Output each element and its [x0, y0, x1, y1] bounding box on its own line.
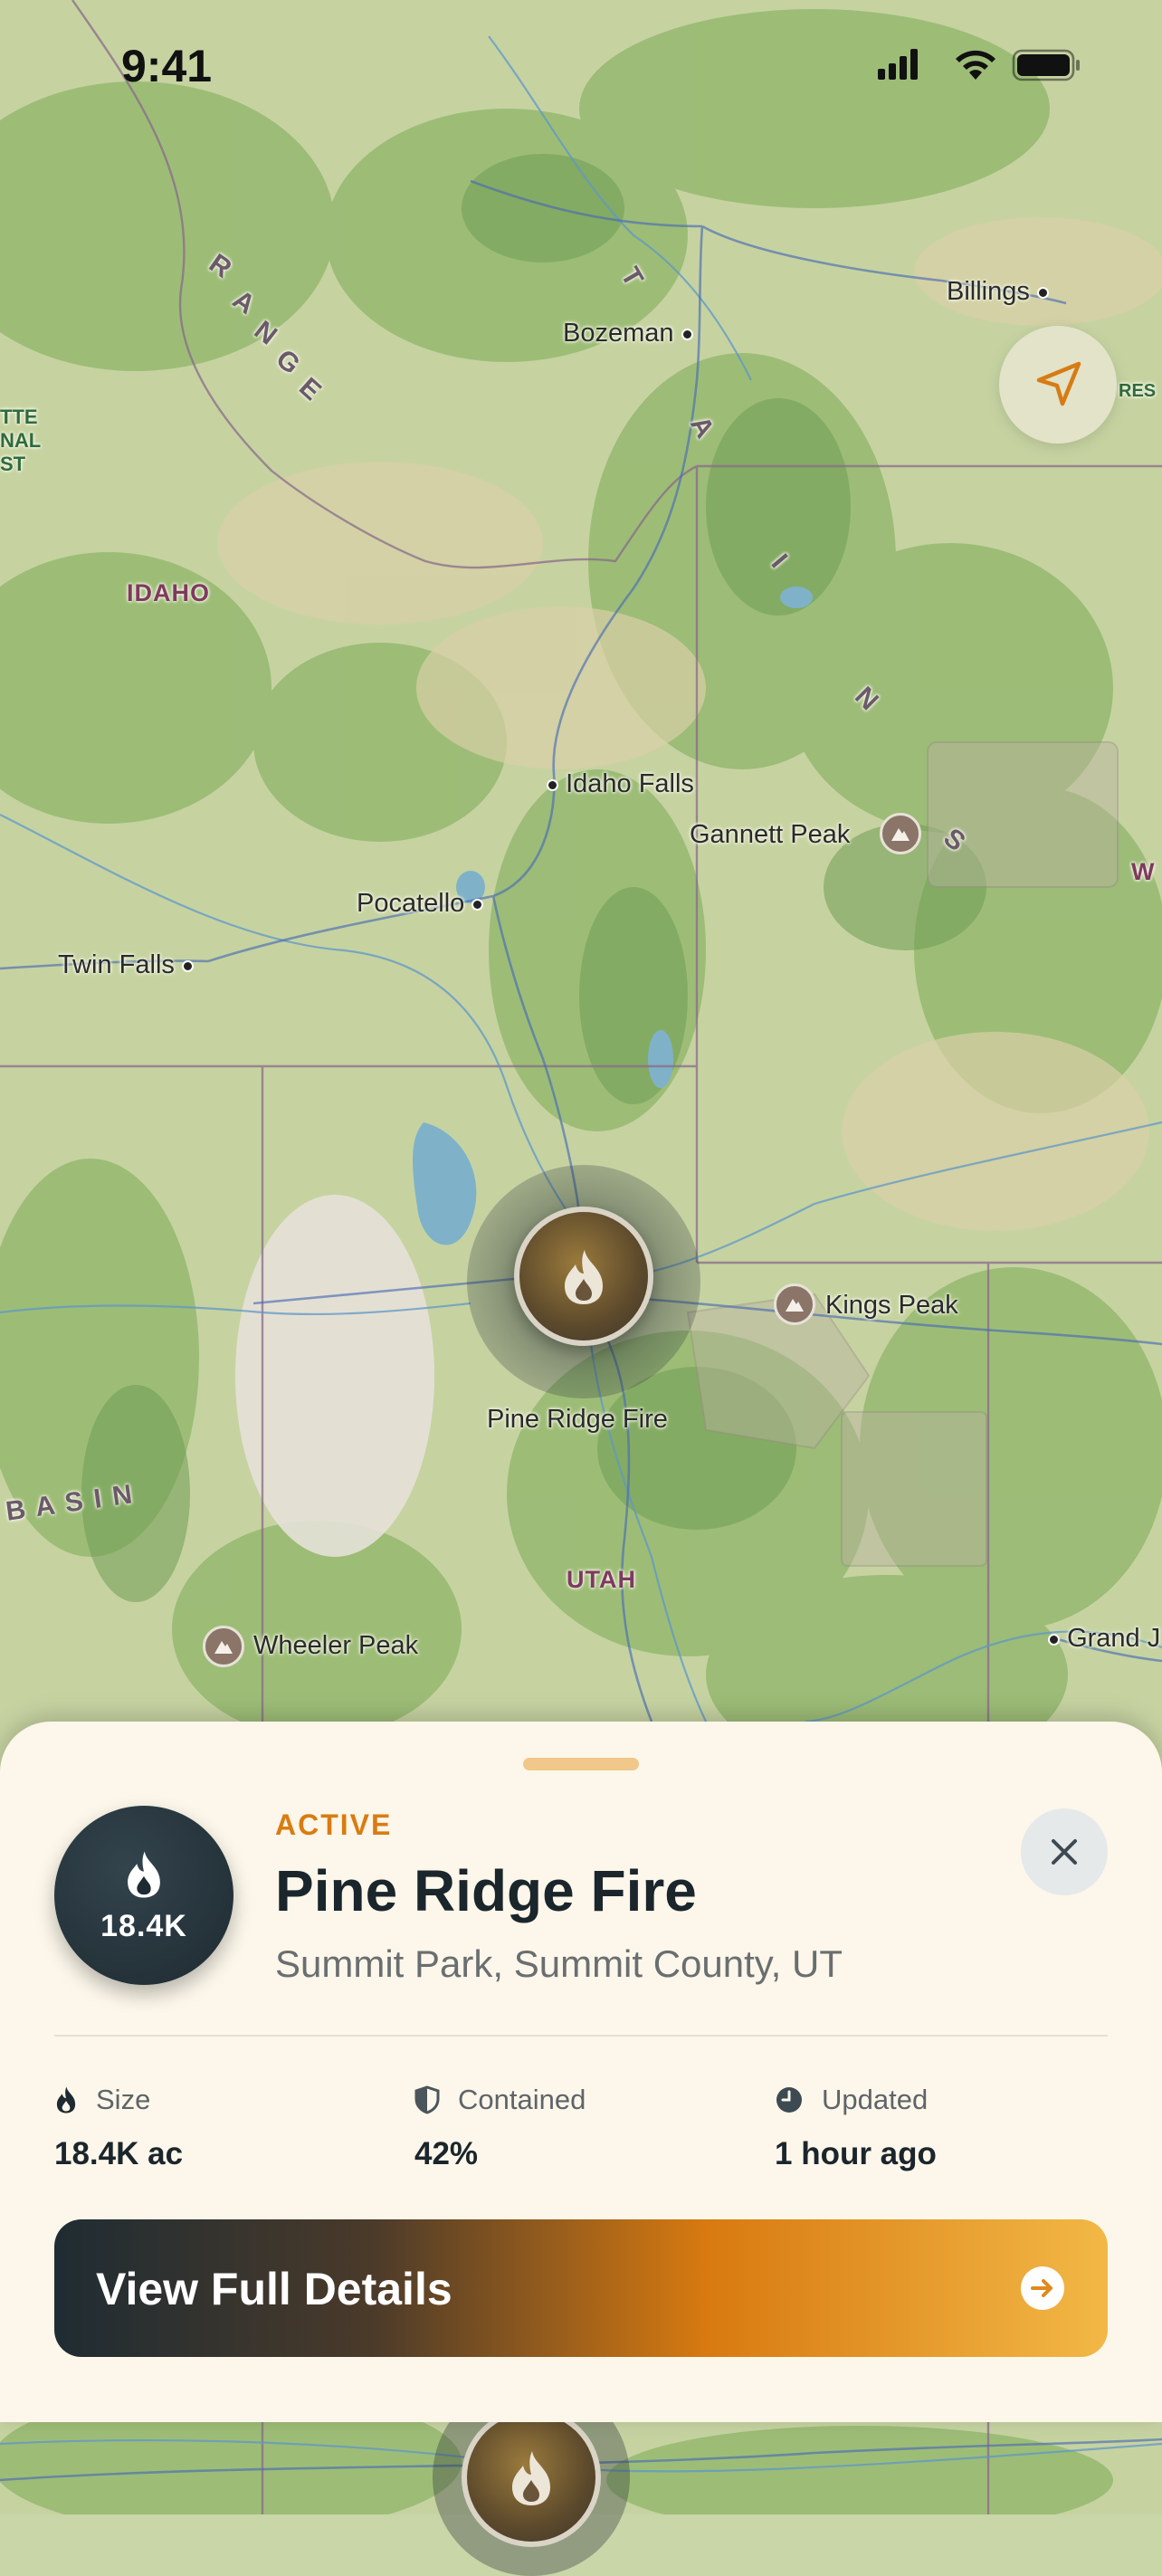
city-label-grand-junction[interactable]: Grand J — [1048, 1624, 1160, 1654]
sheet-grabber[interactable] — [523, 1758, 639, 1770]
state-label-idaho: IDAHO — [127, 579, 210, 606]
city-label-pocatello[interactable]: Pocatello — [357, 889, 484, 919]
wifi-icon — [956, 50, 995, 80]
fire-marker-selected[interactable] — [514, 1207, 653, 1346]
city-label-text: Twin Falls — [58, 950, 175, 979]
view-full-details-button[interactable]: View Full Details — [54, 2219, 1108, 2357]
stat-contained: Contained 42% — [414, 2084, 586, 2172]
divider — [54, 2035, 1108, 2037]
fire-status-label: ACTIVE — [275, 1808, 393, 1841]
city-label-text: Billings — [947, 277, 1030, 306]
location-arrow-icon — [1036, 361, 1081, 406]
peak-label-kings[interactable]: Kings Peak — [825, 1291, 958, 1321]
mountain-icon[interactable] — [880, 813, 921, 854]
fire-location: Summit Park, Summit County, UT — [275, 1942, 843, 1985]
state-label-wyoming-partial: W — [1131, 858, 1156, 885]
forest-label-line: TTE — [0, 405, 38, 428]
stat-updated: Updated 1 hour ago — [775, 2084, 937, 2172]
flame-icon — [56, 2086, 76, 2113]
forest-label-line: NAL — [0, 429, 42, 452]
fire-detail-sheet[interactable]: 18.4K ACTIVE Pine Ridge Fire Summit Park… — [0, 1722, 1162, 2422]
stat-label: Size — [96, 2084, 151, 2115]
city-label-bozeman[interactable]: Bozeman — [563, 319, 693, 348]
stat-label: Updated — [822, 2084, 929, 2115]
city-label-text: Pocatello — [357, 889, 465, 918]
status-bar-time: 9:41 — [121, 41, 213, 91]
city-label-idaho-falls[interactable]: Idaho Falls — [547, 769, 694, 799]
mountain-icon[interactable] — [203, 1626, 244, 1667]
badge-value: 18.4K — [100, 1909, 187, 1943]
flame-icon — [565, 1250, 603, 1304]
city-dot — [471, 898, 484, 911]
fire-size-badge: 18.4K — [54, 1806, 233, 1985]
locate-me-button[interactable] — [999, 326, 1117, 444]
arrow-right-circle-icon — [1021, 2266, 1064, 2310]
city-dot — [681, 328, 693, 340]
mountain-icon[interactable] — [774, 1283, 815, 1325]
close-icon — [1052, 1839, 1077, 1865]
city-label-text: Idaho Falls — [566, 769, 694, 798]
fire-marker[interactable] — [462, 2408, 601, 2547]
stat-size: Size 18.4K ac — [54, 2084, 183, 2172]
fire-map-label[interactable]: Pine Ridge Fire — [487, 1405, 668, 1435]
peak-label-wheeler[interactable]: Wheeler Peak — [253, 1631, 418, 1661]
flame-icon — [128, 1851, 160, 1898]
battery-icon — [1012, 49, 1080, 81]
fire-name: Pine Ridge Fire — [275, 1858, 697, 1923]
peak-label-gannett[interactable]: Gannett Peak — [690, 820, 850, 850]
status-bar-icons — [878, 49, 1080, 81]
city-dot — [1048, 1633, 1060, 1646]
city-dot — [547, 778, 558, 791]
state-label-utah: UTAH — [567, 1566, 636, 1593]
close-button[interactable] — [1021, 1808, 1108, 1895]
city-label-twin-falls[interactable]: Twin Falls — [58, 950, 194, 980]
area-label-partial: RES — [1119, 381, 1157, 401]
forest-label-line: ST — [0, 453, 26, 475]
clock-icon — [776, 2087, 802, 2113]
city-label-text: Bozeman — [563, 319, 674, 348]
cellular-signal-icon — [878, 49, 918, 80]
stat-label: Contained — [458, 2084, 586, 2115]
city-label-billings[interactable]: Billings — [947, 277, 1049, 307]
city-dot — [1036, 286, 1049, 299]
stat-value: 18.4K ac — [54, 2136, 184, 2171]
city-label-text: Grand J — [1067, 1624, 1161, 1653]
flame-icon — [512, 2451, 550, 2505]
city-dot — [181, 959, 194, 972]
stat-value: 1 hour ago — [775, 2136, 937, 2171]
shield-icon — [414, 2085, 440, 2114]
cta-label: View Full Details — [96, 2264, 452, 2314]
stat-value: 42% — [414, 2136, 479, 2171]
